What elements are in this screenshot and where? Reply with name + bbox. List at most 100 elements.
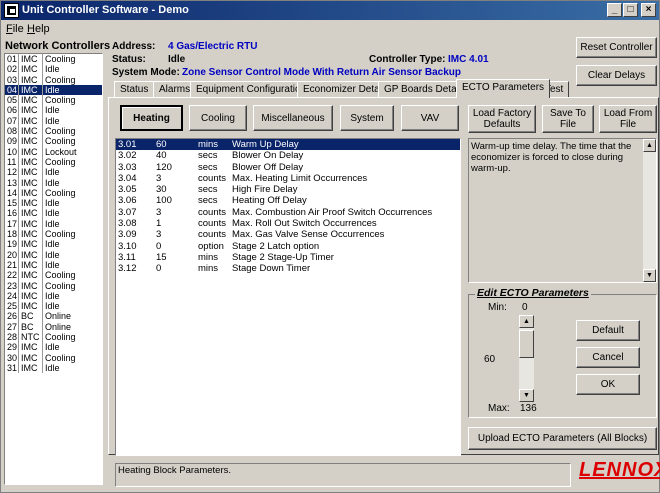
reset-controller-button[interactable]: Reset Controller [576, 37, 657, 58]
controller-row[interactable]: 22 IMC Cooling [5, 270, 102, 281]
vav-block-button[interactable]: VAV [401, 105, 459, 131]
controller-type: IMC [19, 156, 43, 168]
controller-number: 02 [7, 64, 19, 75]
parameter-name: Blower On Delay [232, 150, 304, 162]
cancel-button[interactable]: Cancel [576, 347, 640, 368]
tab-status[interactable]: Status [114, 81, 155, 97]
menu-help[interactable]: Help [27, 23, 50, 35]
controller-row[interactable]: 12 IMC Idle [5, 167, 102, 178]
parameter-row[interactable]: 3.04 3 counts Max. Heating Limit Occurrence… [116, 173, 460, 184]
min-value: 0 [522, 302, 528, 313]
system-block-button[interactable]: System [340, 105, 394, 131]
controller-row[interactable]: 21 IMC Idle [5, 259, 102, 271]
controller-row[interactable]: 14 IMC Cooling [5, 187, 102, 199]
controller-row[interactable]: 23 IMC Cooling [5, 280, 102, 291]
controller-row[interactable]: 07 IMC Idle [5, 115, 102, 127]
menu-file[interactable]: File [6, 23, 24, 35]
parameter-row[interactable]: 3.05 30 secs High Fire Delay [116, 184, 460, 195]
default-button[interactable]: Default [576, 320, 640, 341]
tab-economizer-detail[interactable]: Economizer Detail [297, 81, 391, 97]
controller-row[interactable]: 29 IMC Idle [5, 342, 102, 353]
save-to-file-button[interactable]: Save To File [542, 105, 594, 133]
controller-type: IMC [19, 208, 43, 219]
controller-row[interactable]: 15 IMC Idle [5, 198, 102, 209]
controller-type: IMC [19, 84, 43, 96]
controller-row[interactable]: 04 IMC Idle [5, 84, 102, 96]
parameter-row[interactable]: 3.06 100 secs Heating Off Delay [116, 195, 460, 206]
controller-row[interactable]: 26 BC Online [5, 311, 102, 322]
parameter-row[interactable]: 3.12 0 mins Stage Down Timer [116, 263, 460, 274]
parameter-row[interactable]: 3.07 3 counts Max. Combustion Air Proof Swi… [116, 207, 460, 218]
parameter-row[interactable]: 3.09 3 counts Max. Gas Valve Sense Occurren… [116, 229, 460, 240]
controller-state: Cooling [45, 136, 76, 147]
parameter-row[interactable]: 3.01 60 mins Warm Up Delay [116, 139, 460, 151]
controller-row[interactable]: 25 IMC Idle [5, 301, 102, 312]
tab-equipment-configuration[interactable]: Equipment Configuration [190, 81, 313, 97]
controller-row[interactable]: 24 IMC Idle [5, 290, 102, 302]
tab-ecto-parameters[interactable]: ECTO Parameters [456, 79, 551, 98]
ecto-parameter-list[interactable]: 3.01 60 mins Warm Up Delay 3.02 40 secs Blower … [115, 138, 461, 456]
controller-type: IMC [19, 187, 43, 199]
controller-row[interactable]: 19 IMC Idle [5, 239, 102, 250]
controller-row[interactable]: 01 IMC Cooling [5, 54, 102, 65]
parameter-value: 0 [156, 240, 162, 252]
clear-delays-button[interactable]: Clear Delays [576, 65, 657, 86]
controller-row[interactable]: 31 IMC Idle [5, 362, 102, 374]
parameter-name: Warm Up Delay [232, 139, 299, 150]
controller-type: IMC [19, 177, 43, 188]
controller-row[interactable]: 11 IMC Cooling [5, 156, 102, 168]
scroll-up-icon[interactable]: ▲ [643, 139, 656, 152]
controller-number: 12 [7, 167, 19, 178]
scroll-down-icon[interactable]: ▼ [643, 269, 656, 282]
controller-row[interactable]: 06 IMC Idle [5, 105, 102, 116]
controller-row[interactable]: 30 IMC Cooling [5, 352, 102, 363]
controller-state: Idle [45, 259, 60, 270]
slider-down-icon[interactable]: ▼ [519, 389, 534, 402]
controller-row[interactable]: 27 BC Online [5, 321, 102, 333]
parameter-unit: mins [198, 263, 219, 275]
load-from-file-button[interactable]: Load From File [599, 105, 657, 133]
controller-row[interactable]: 18 IMC Cooling [5, 229, 102, 240]
upload-ecto-button[interactable]: Upload ECTO Parameters (All Blocks) [468, 427, 657, 450]
slider-up-icon[interactable]: ▲ [519, 315, 534, 328]
controller-row[interactable]: 08 IMC Cooling [5, 126, 102, 137]
network-controllers-list[interactable]: 01 IMC Cooling 02 IMC Idle 03 IMC Cooling 04 IMC Id… [4, 53, 103, 485]
parameter-row[interactable]: 3.03 120 secs Blower Off Delay [116, 162, 460, 173]
controller-row[interactable]: 02 IMC Idle [5, 64, 102, 75]
controller-row[interactable]: 13 IMC Idle [5, 177, 102, 188]
controller-type: IMC [19, 167, 43, 178]
heating-block-button[interactable]: Heating [120, 105, 183, 131]
app-window: Unit Controller Software - Demo _ □ × Fi… [0, 0, 660, 493]
controller-row[interactable]: 20 IMC Idle [5, 249, 102, 260]
controller-row[interactable]: 28 NTC Cooling [5, 332, 102, 343]
controller-row[interactable]: 03 IMC Cooling [5, 74, 102, 85]
miscellaneous-block-button[interactable]: Miscellaneous [253, 105, 333, 131]
maximize-button[interactable]: □ [623, 3, 638, 17]
controller-row[interactable]: 05 IMC Cooling [5, 95, 102, 106]
value-slider[interactable]: ▲ ▼ [519, 315, 534, 402]
cooling-block-button[interactable]: Cooling [189, 105, 247, 131]
controller-number: 14 [7, 187, 19, 199]
parameter-number: 3.07 [118, 206, 137, 218]
parameter-row[interactable]: 3.10 0 option Stage 2 Latch option [116, 241, 460, 252]
parameter-number: 3.08 [118, 218, 137, 230]
parameter-row[interactable]: 3.08 1 counts Max. Roll Out Switch Occurren… [116, 218, 460, 229]
controller-number: 04 [7, 84, 19, 96]
controller-state: Idle [45, 167, 60, 178]
parameter-row[interactable]: 3.02 40 secs Blower On Delay [116, 150, 460, 161]
close-button[interactable]: × [641, 3, 656, 17]
load-factory-defaults-button[interactable]: Load Factory Defaults [468, 105, 536, 133]
controller-state: Online [45, 321, 72, 332]
tab-gp-boards-detail[interactable]: GP Boards Detail [378, 81, 468, 97]
controller-state: Cooling [45, 280, 76, 291]
controller-row[interactable]: 10 IMC Lockout [5, 146, 102, 157]
minimize-button[interactable]: _ [607, 3, 622, 17]
controller-row[interactable]: 16 IMC Idle [5, 208, 102, 219]
description-scrollbar[interactable]: ▲ ▼ [643, 139, 656, 282]
slider-thumb[interactable] [519, 330, 534, 358]
controller-row[interactable]: 17 IMC Idle [5, 218, 102, 230]
parameter-row[interactable]: 3.11 15 mins Stage 2 Stage-Up Timer [116, 252, 460, 263]
controller-type: IMC [19, 126, 43, 137]
controller-row[interactable]: 09 IMC Cooling [5, 136, 102, 147]
ok-button[interactable]: OK [576, 374, 640, 395]
